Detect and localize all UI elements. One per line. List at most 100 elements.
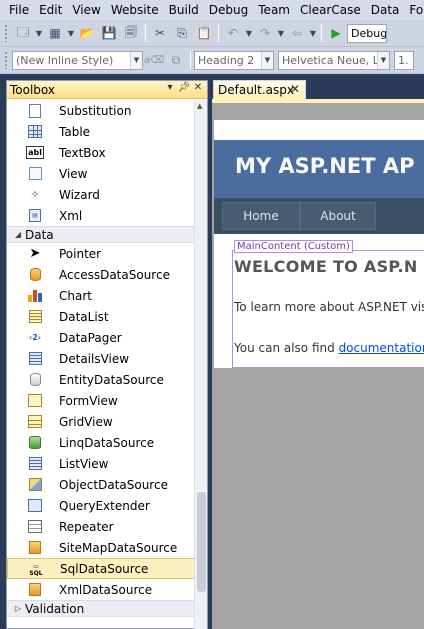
cut-icon[interactable]: ✂ — [149, 23, 171, 43]
toolbox-item-repeater[interactable]: Repeater — [7, 516, 195, 537]
chevron-down-icon[interactable]: ▼ — [308, 23, 318, 43]
documentation-link[interactable]: documentation — [339, 341, 424, 355]
toolbox-item-listview[interactable]: ListView — [7, 453, 195, 474]
window-position-icon[interactable]: ▾ — [163, 82, 177, 93]
site-title: MY ASP.NET AP — [235, 154, 415, 178]
font-name-value: Helvetica Neue, L — [282, 53, 379, 67]
toolbox-item-substitution[interactable]: Substitution — [7, 100, 195, 121]
toolbox-item-pointer[interactable]: ➤ Pointer — [7, 243, 195, 264]
apply-style-icon[interactable]: a⌫ — [143, 50, 165, 70]
tab-default-aspx[interactable]: Default.aspx ✕ — [213, 80, 306, 99]
save-icon[interactable]: 💾 — [98, 23, 120, 43]
redo-icon[interactable]: ↷ — [254, 23, 276, 43]
chevron-down-icon[interactable]: ▼ — [276, 23, 286, 43]
toolbar-separator — [218, 24, 219, 42]
scrollbar-thumb[interactable] — [197, 492, 206, 592]
menu-team[interactable]: Team — [253, 0, 295, 20]
content-placeholder-tag[interactable]: MainContent (Custom) — [234, 240, 353, 253]
close-icon[interactable]: ✕ — [290, 82, 300, 96]
toolbox-item-wizard[interactable]: ✧ Wizard — [7, 184, 195, 205]
navigate-icon[interactable]: ⇦ — [286, 23, 308, 43]
docs-paragraph: You can also find documentation — [234, 341, 424, 355]
formview-icon — [27, 393, 43, 408]
toolbox-item-label: ObjectDataSource — [59, 477, 168, 492]
add-item-icon[interactable]: ▦ — [44, 23, 66, 43]
nav-home-link[interactable]: Home — [222, 202, 300, 230]
block-format-select[interactable]: Heading 2 ▼ — [194, 50, 274, 70]
entitydatasource-icon — [27, 372, 43, 387]
textbox-icon: abl — [26, 146, 44, 159]
scroll-up-icon[interactable]: ▲ — [197, 102, 202, 110]
menu-build[interactable]: Build — [164, 0, 204, 20]
menu-debug[interactable]: Debug — [204, 0, 253, 20]
toolbox-item-datalist[interactable]: DataList — [7, 306, 195, 327]
toolbox-item-chart[interactable]: Chart — [7, 285, 195, 306]
table-icon — [27, 124, 43, 139]
copy-icon[interactable]: ⎘ — [171, 23, 193, 43]
menu-file[interactable]: File — [4, 0, 34, 20]
menu-data[interactable]: Data — [366, 0, 405, 20]
open-folder-icon[interactable]: 📂 — [76, 23, 98, 43]
toolbar-grip[interactable] — [4, 24, 8, 42]
toolbox-item-label: GridView — [59, 414, 113, 429]
toolbox-item-datapager[interactable]: ‹2› DataPager — [7, 327, 195, 348]
toolbox-item-table[interactable]: Table — [7, 121, 195, 142]
solution-configuration-value: Debug — [351, 26, 387, 40]
toolbox-item-label: DataList — [59, 309, 109, 324]
toolbox-item-objectdatasource[interactable]: ObjectDataSource — [7, 474, 195, 495]
chevron-down-icon[interactable]: ▼ — [34, 23, 44, 43]
toolbox-scrollbar[interactable]: ▲ — [194, 100, 207, 629]
toolbox-category-validation[interactable]: ▷ Validation — [7, 600, 195, 617]
menu-format[interactable]: Fo — [404, 0, 424, 20]
toolbar-separator — [321, 24, 322, 42]
nav-about-link[interactable]: About — [300, 202, 376, 230]
new-project-icon[interactable]: 🗔 — [12, 23, 34, 43]
chart-icon — [27, 288, 43, 303]
toolbox-item-accessdatasource[interactable]: AccessDataSource — [7, 264, 195, 285]
toolbox-item-detailsview[interactable]: DetailsView — [7, 348, 195, 369]
toolbox-item-view[interactable]: View — [7, 163, 195, 184]
toolbox-item-label: LinqDataSource — [59, 435, 155, 450]
toolbox-item-sitemapdatasource[interactable]: SiteMapDataSource — [7, 537, 195, 558]
toolbox-item-entitydatasource[interactable]: EntityDataSource — [7, 369, 195, 390]
font-size-value: 1. — [398, 53, 409, 67]
font-name-select[interactable]: Helvetica Neue, L ▼ — [278, 50, 390, 70]
chevron-down-icon[interactable]: ▼ — [66, 23, 76, 43]
menu-website[interactable]: Website — [106, 0, 164, 20]
toolbox-item-xmldatasource[interactable]: XmlDataSource — [7, 579, 195, 600]
new-style-icon[interactable]: ⧉ — [165, 50, 187, 70]
toolbar-grip[interactable] — [4, 51, 8, 69]
toolbox-item-gridview[interactable]: GridView — [7, 411, 195, 432]
menu-edit[interactable]: Edit — [34, 0, 67, 20]
datalist-icon — [27, 309, 43, 324]
pin-icon[interactable]: 📌︎ — [177, 82, 191, 93]
solution-configuration-select[interactable]: Debug — [347, 23, 387, 43]
tab-label: Default.aspx — [218, 83, 294, 97]
close-icon[interactable]: ✕ — [191, 82, 205, 93]
toolbox-list: Substitution Table abl TextBox View ✧ Wiza… — [7, 100, 195, 629]
chevron-down-icon[interactable]: ▼ — [377, 51, 389, 69]
paste-icon[interactable]: 📋 — [193, 23, 215, 43]
toolbox-category-data[interactable]: ◢ Data — [7, 226, 195, 243]
toolbox-title-bar[interactable]: Toolbox ▾ 📌︎ ✕ — [7, 81, 207, 99]
toolbox-item-xml[interactable]: ▤ Xml — [7, 205, 195, 226]
chevron-down-icon[interactable]: ▼ — [261, 51, 273, 69]
menu-clearcase[interactable]: ClearCase — [295, 0, 366, 20]
undo-icon[interactable]: ↶ — [222, 23, 244, 43]
toolbox-item-sqldatasource[interactable]: ▭ SQL SqlDataSource — [7, 558, 195, 579]
toolbox-item-queryextender[interactable]: QueryExtender — [7, 495, 195, 516]
toolbox-title: Toolbox — [10, 82, 55, 97]
chevron-down-icon[interactable]: ▼ — [244, 23, 254, 43]
target-rule-select[interactable]: (New Inline Style) ▼ — [12, 50, 143, 70]
font-size-select[interactable]: 1. — [394, 50, 414, 70]
chevron-down-icon[interactable]: ▼ — [130, 51, 142, 69]
start-debugging-icon[interactable]: ▶ — [325, 23, 347, 43]
save-all-icon[interactable]: 🗐 — [120, 23, 142, 43]
toolbox-item-linqdatasource[interactable]: LinqDataSource — [7, 432, 195, 453]
toolbox-item-label: AccessDataSource — [59, 267, 170, 282]
toolbox-item-label: Table — [59, 124, 91, 139]
toolbox-item-textbox[interactable]: abl TextBox — [7, 142, 195, 163]
toolbox-item-label: ListView — [59, 456, 109, 471]
menu-view[interactable]: View — [67, 0, 105, 20]
toolbox-item-formview[interactable]: FormView — [7, 390, 195, 411]
